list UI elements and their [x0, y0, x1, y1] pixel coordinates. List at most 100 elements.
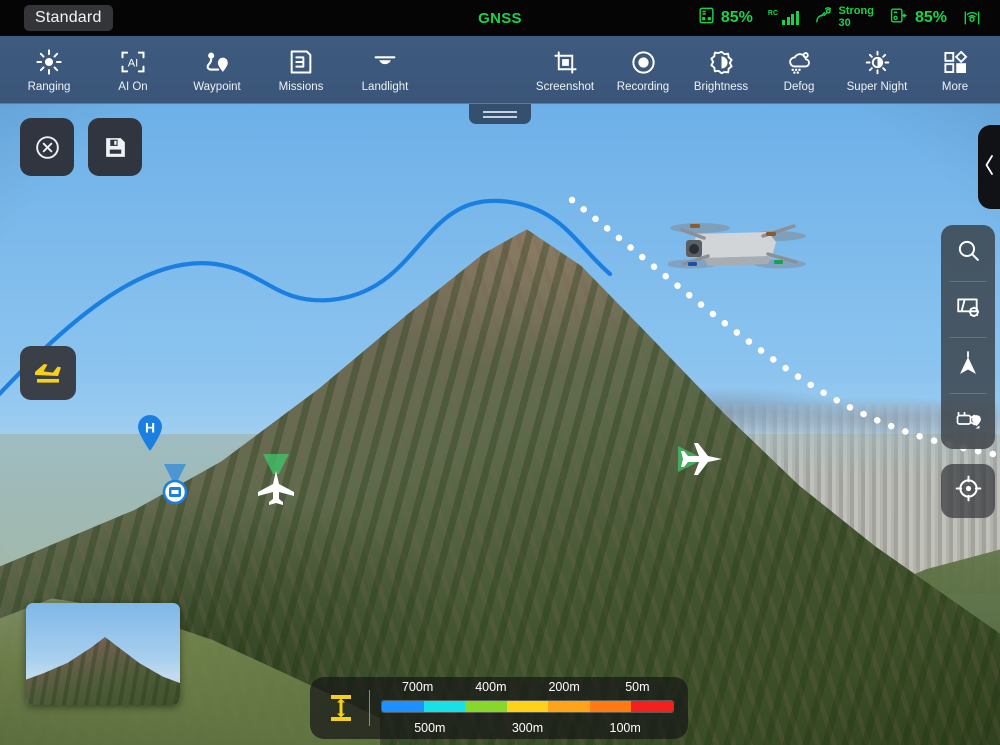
camera-position-button[interactable]	[941, 393, 995, 449]
tool-waypoint-label: Waypoint	[193, 81, 241, 93]
rc-battery-icon	[697, 6, 716, 30]
toolbar-drag-handle[interactable]	[469, 104, 531, 124]
tool-more-label: More	[941, 81, 969, 93]
rc-signal-indicator: RC	[767, 9, 799, 25]
chevron-left-icon	[983, 154, 996, 181]
legend-label-700m: 700m	[401, 680, 434, 694]
super-night-icon	[864, 47, 891, 77]
map-tools-panel	[941, 225, 995, 449]
signal-bars-icon	[782, 11, 799, 25]
legend-color-band	[423, 701, 466, 712]
aircraft-battery-icon	[889, 6, 910, 30]
tool-super-night-label: Super Night	[846, 81, 908, 93]
status-indicators: 85% RC Strong 30 85%	[697, 6, 982, 30]
satellite-icon	[814, 6, 834, 30]
camera-location-icon	[955, 406, 982, 437]
tool-waypoint[interactable]: Waypoint	[186, 47, 248, 93]
brightness-icon	[708, 47, 735, 77]
screenshot-icon	[552, 47, 579, 77]
landlight-icon	[371, 47, 399, 77]
legend-color-band	[382, 701, 424, 712]
legend-color-band	[548, 701, 590, 712]
legend-label-100m: 100m	[609, 721, 641, 735]
map-layers-icon	[955, 294, 981, 325]
legend-label-300m: 300m	[511, 721, 544, 735]
tool-recording[interactable]: Recording	[612, 47, 674, 93]
tool-missions[interactable]: Missions	[270, 47, 332, 93]
tool-ranging[interactable]: Ranging	[18, 47, 80, 93]
drone-aircraft-image	[666, 204, 808, 289]
defog-icon	[786, 47, 813, 77]
svg-text:AI: AI	[128, 58, 138, 70]
gnss-satellite-count: 30	[838, 17, 851, 29]
legend-label-200m: 200m	[548, 680, 580, 694]
close-button[interactable]	[20, 118, 74, 176]
distance-scale-legend: 700m 400m 200m 50m 500m 300m 100m	[310, 677, 688, 739]
tool-screenshot-label: Screenshot	[535, 81, 595, 93]
toolbar-right-group: Screenshot Recording Brightness Defog Su…	[534, 36, 986, 104]
gnss-strength-block: Strong 30	[839, 6, 874, 29]
map-scene[interactable]: H 700m 400m 200m 50m 500m 300m 100m	[0, 104, 1000, 745]
legend-color-band	[631, 701, 673, 712]
tool-landlight[interactable]: Landlight	[354, 47, 416, 93]
crosshair-icon	[955, 475, 982, 507]
map-layers-button[interactable]	[941, 281, 995, 337]
save-button[interactable]	[88, 118, 142, 176]
aircraft-battery-value: 85%	[914, 9, 947, 26]
marker-home-point[interactable]: H	[136, 414, 164, 457]
svg-text:H: H	[145, 420, 155, 436]
marker-remote-controller[interactable]	[158, 464, 192, 513]
aircraft-battery-indicator: 85%	[889, 6, 947, 30]
legend-label-50m: 50m	[625, 680, 650, 694]
tool-brightness[interactable]: Brightness	[690, 47, 752, 93]
tool-missions-label: Missions	[278, 81, 324, 93]
tool-screenshot[interactable]: Screenshot	[534, 47, 596, 93]
recenter-button[interactable]	[941, 464, 995, 518]
tool-recording-label: Recording	[616, 81, 670, 93]
legend-divider	[369, 690, 370, 726]
marker-aircraft-secondary[interactable]	[678, 440, 726, 485]
status-bar: Standard GNSS 85% RC Strong 30 85%	[0, 0, 1000, 36]
marker-aircraft-primary[interactable]	[256, 454, 296, 511]
tool-more[interactable]: More	[924, 47, 986, 93]
tool-defog-label: Defog	[783, 81, 815, 93]
ai-icon: AI	[119, 47, 147, 77]
search-icon	[956, 238, 981, 268]
legend-color-bar	[381, 700, 674, 713]
main-toolbar: Ranging AI AI On Waypoint Missions Landl…	[0, 36, 1000, 104]
more-icon	[942, 47, 969, 77]
legend-color-band	[589, 701, 632, 712]
tool-brightness-label: Brightness	[693, 81, 749, 93]
legend-top-labels: 700m 400m 200m 50m	[381, 680, 674, 694]
tool-ai[interactable]: AI AI On	[102, 47, 164, 93]
map-search-button[interactable]	[941, 225, 995, 281]
map-orientation-button[interactable]	[941, 337, 995, 393]
tool-ranging-label: Ranging	[27, 81, 71, 93]
navigation-arrow-icon	[956, 350, 980, 381]
rc-battery-value: 85%	[720, 9, 753, 26]
legend-label-400m: 400m	[475, 680, 507, 694]
rc-signal-label: RC	[767, 9, 779, 17]
tool-landlight-label: Landlight	[361, 81, 409, 93]
gnss-signal-indicator: Strong 30	[814, 6, 874, 30]
legend-bottom-labels: 500m 300m 100m	[381, 721, 674, 735]
toolbar-left-group: Ranging AI AI On Waypoint Missions Landl…	[18, 36, 416, 104]
camera-preview[interactable]	[26, 603, 180, 705]
waypoint-icon	[203, 47, 231, 77]
distance-measure-icon	[324, 692, 358, 724]
missions-icon	[287, 47, 315, 77]
collapse-panel-button[interactable]	[978, 125, 1000, 209]
transmission-indicator[interactable]	[962, 8, 982, 28]
editor-action-buttons	[20, 118, 142, 176]
legend-body: 700m 400m 200m 50m 500m 300m 100m	[381, 680, 674, 736]
takeoff-button[interactable]	[20, 346, 76, 400]
legend-label-500m: 500m	[414, 721, 446, 735]
legend-color-band	[465, 701, 507, 712]
tool-super-night[interactable]: Super Night	[846, 47, 908, 93]
tool-defog[interactable]: Defog	[768, 47, 830, 93]
rc-battery-indicator: 85%	[697, 6, 753, 30]
ranging-icon	[35, 47, 63, 77]
recording-icon	[630, 47, 657, 77]
tool-ai-label: AI On	[118, 81, 148, 93]
drone-flight-app: Standard GNSS 85% RC Strong 30 85% Rangi…	[0, 0, 1000, 745]
